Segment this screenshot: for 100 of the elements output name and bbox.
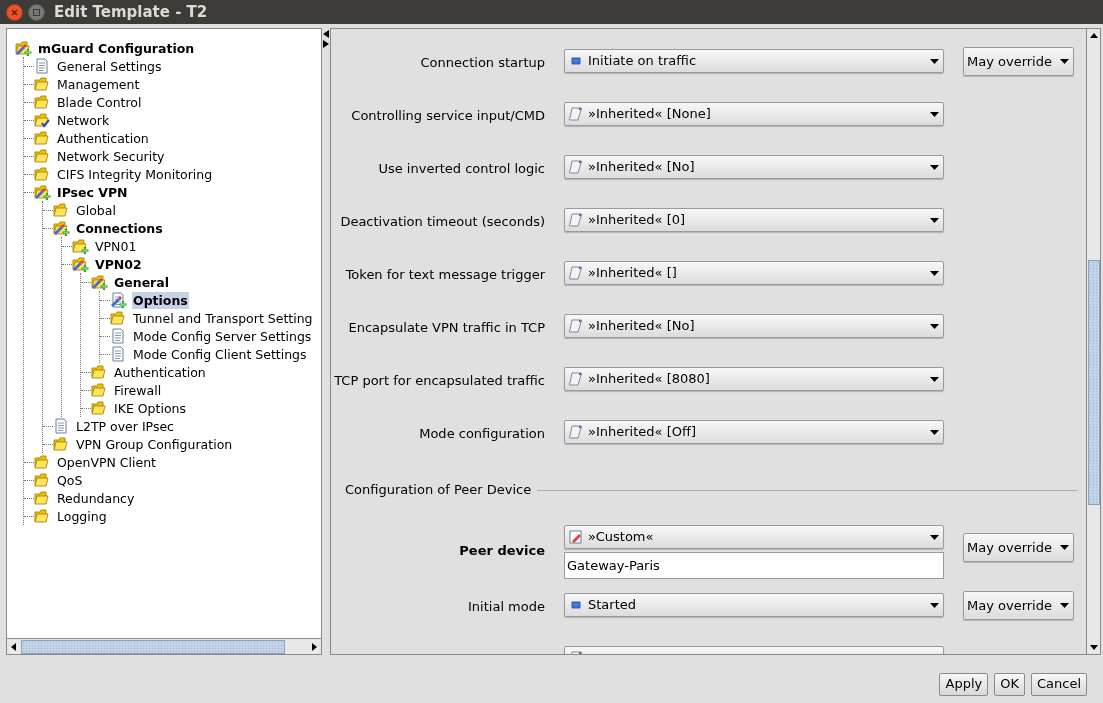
folder-icon <box>34 471 52 489</box>
override-dropdown[interactable]: May override <box>963 47 1074 76</box>
scroll-icon <box>568 318 584 334</box>
tree-item[interactable]: Connections <box>75 219 164 237</box>
section-title: Configuration of Peer Device <box>345 481 532 500</box>
dropdown-arrow-icon <box>930 376 939 382</box>
tree-item[interactable]: VPN02 <box>94 255 143 273</box>
value-dropdown[interactable]: »Inherited« [8080] <box>564 367 944 391</box>
tree-item[interactable]: Logging <box>56 507 108 525</box>
folder-icon <box>91 363 109 381</box>
dropdown-arrow-icon <box>930 534 939 540</box>
folder-pencil-plus-icon <box>72 255 90 273</box>
tree-item[interactable]: IPsec VPN <box>56 183 129 201</box>
value-dropdown[interactable]: »Inherited« [None] <box>564 102 944 126</box>
tree-item[interactable]: Blade Control <box>56 93 143 111</box>
field-label: Connection startup <box>420 54 545 72</box>
scroll-icon <box>568 212 584 228</box>
field-label: Controlling service input/CMD <box>351 107 545 125</box>
vertical-scrollbar[interactable] <box>1086 29 1100 654</box>
folder-pencil-plus-icon <box>91 273 109 291</box>
tree-item[interactable]: QoS <box>56 471 84 489</box>
square-icon <box>571 601 581 609</box>
tree-item[interactable]: L2TP over IPsec <box>75 417 175 435</box>
folder-icon <box>91 381 109 399</box>
field-label: Use inverted control logic <box>378 160 545 178</box>
dropdown-arrow-icon <box>930 270 939 276</box>
dropdown-arrow-icon <box>930 164 939 170</box>
tree-item[interactable]: Options <box>132 291 189 309</box>
tree-item[interactable]: Tunnel and Transport Setting <box>132 309 314 327</box>
value-dropdown[interactable]: Initiate on traffic <box>564 49 944 73</box>
folder-pencil-plus-icon <box>34 183 52 201</box>
tree-item[interactable]: OpenVPN Client <box>56 453 157 471</box>
folder-icon <box>34 507 52 525</box>
folder-icon <box>110 309 128 327</box>
folder-icon <box>34 147 52 165</box>
folder-icon <box>34 453 52 471</box>
value-dropdown[interactable]: Started <box>564 593 944 617</box>
dropdown-arrow-icon <box>930 58 939 64</box>
value-dropdown[interactable]: »Custom« <box>564 525 944 549</box>
scrollbar-thumb[interactable] <box>21 639 285 654</box>
note-pencil-icon <box>568 529 584 545</box>
scroll-icon <box>568 371 584 387</box>
tree-item[interactable]: Network Security <box>56 147 166 165</box>
value-dropdown[interactable]: »Inherited« [No] <box>564 155 944 179</box>
tree-item[interactable]: VPN Group Configuration <box>75 435 234 453</box>
value-dropdown[interactable]: »Inherited« [0] <box>564 208 944 232</box>
value-dropdown[interactable]: »Inherited« [No] <box>564 314 944 338</box>
horizontal-scrollbar[interactable] <box>7 638 321 654</box>
field-label: Deactivation timeout (seconds) <box>340 213 545 231</box>
dialog-button[interactable]: OK <box>994 672 1025 696</box>
tree-item[interactable]: Management <box>56 75 141 93</box>
scroll-icon <box>568 265 584 281</box>
scrollbar-thumb[interactable] <box>1087 260 1100 505</box>
close-button[interactable] <box>6 3 23 21</box>
folder-icon <box>34 165 52 183</box>
dropdown-arrow-icon <box>1060 545 1069 550</box>
folder-icon <box>34 93 52 111</box>
scroll-icon <box>568 106 584 122</box>
tree-item[interactable]: Authentication <box>113 363 207 381</box>
minimize-icon <box>33 8 40 16</box>
folder-plus-icon <box>72 237 90 255</box>
override-dropdown[interactable]: May override <box>963 533 1074 562</box>
field-label: Encapsulate VPN traffic in TCP <box>348 319 545 337</box>
tree-item[interactable]: Redundancy <box>56 489 136 507</box>
value-dropdown[interactable]: »Inherited« [Off] <box>564 420 944 444</box>
close-icon <box>11 8 18 16</box>
field-label: Mode configuration <box>419 425 545 443</box>
text-field[interactable]: Gateway-Paris <box>564 552 944 579</box>
tree-item[interactable]: Firewall <box>113 381 163 399</box>
folder-icon <box>53 435 71 453</box>
tree-item[interactable]: Mode Config Server Settings <box>132 327 313 345</box>
scroll-icon <box>568 159 584 175</box>
tree-item[interactable]: VPN01 <box>94 237 138 255</box>
override-dropdown[interactable]: May override <box>963 591 1074 620</box>
dropdown-arrow-icon <box>930 217 939 223</box>
folder-pencil-plus-icon <box>53 219 71 237</box>
dropdown-arrow-icon <box>1060 59 1069 64</box>
tree-item[interactable]: Mode Config Client Settings <box>132 345 308 363</box>
tree-item[interactable]: General Settings <box>56 57 163 75</box>
tree-item[interactable]: mGuard Configuration <box>37 39 196 57</box>
dialog-button[interactable]: Apply <box>939 672 989 696</box>
tree-item[interactable]: Global <box>75 201 117 219</box>
field-label: TCP port for encapsulated traffic <box>334 372 545 390</box>
dropdown-arrow-icon <box>930 323 939 329</box>
tree-item[interactable]: Authentication <box>56 129 150 147</box>
folder-pencil-plus-icon <box>15 39 33 57</box>
field-label: Peer device <box>459 542 545 560</box>
scroll-icon <box>568 424 584 440</box>
tree-item[interactable]: Network <box>56 111 111 129</box>
folder-icon <box>53 201 71 219</box>
tree-item[interactable]: General <box>113 273 170 291</box>
dialog-button[interactable]: Cancel <box>1030 672 1087 696</box>
value-dropdown[interactable]: »Inherited« [] <box>564 261 944 285</box>
dropdown-arrow-icon <box>1060 603 1069 608</box>
folder-icon <box>34 489 52 507</box>
minimize-button[interactable] <box>28 3 45 21</box>
square-icon <box>571 57 581 65</box>
tree-item[interactable]: CIFS Integrity Monitoring <box>56 165 214 183</box>
tree-item[interactable]: IKE Options <box>113 399 187 417</box>
document-pencil-plus-icon <box>110 291 128 309</box>
